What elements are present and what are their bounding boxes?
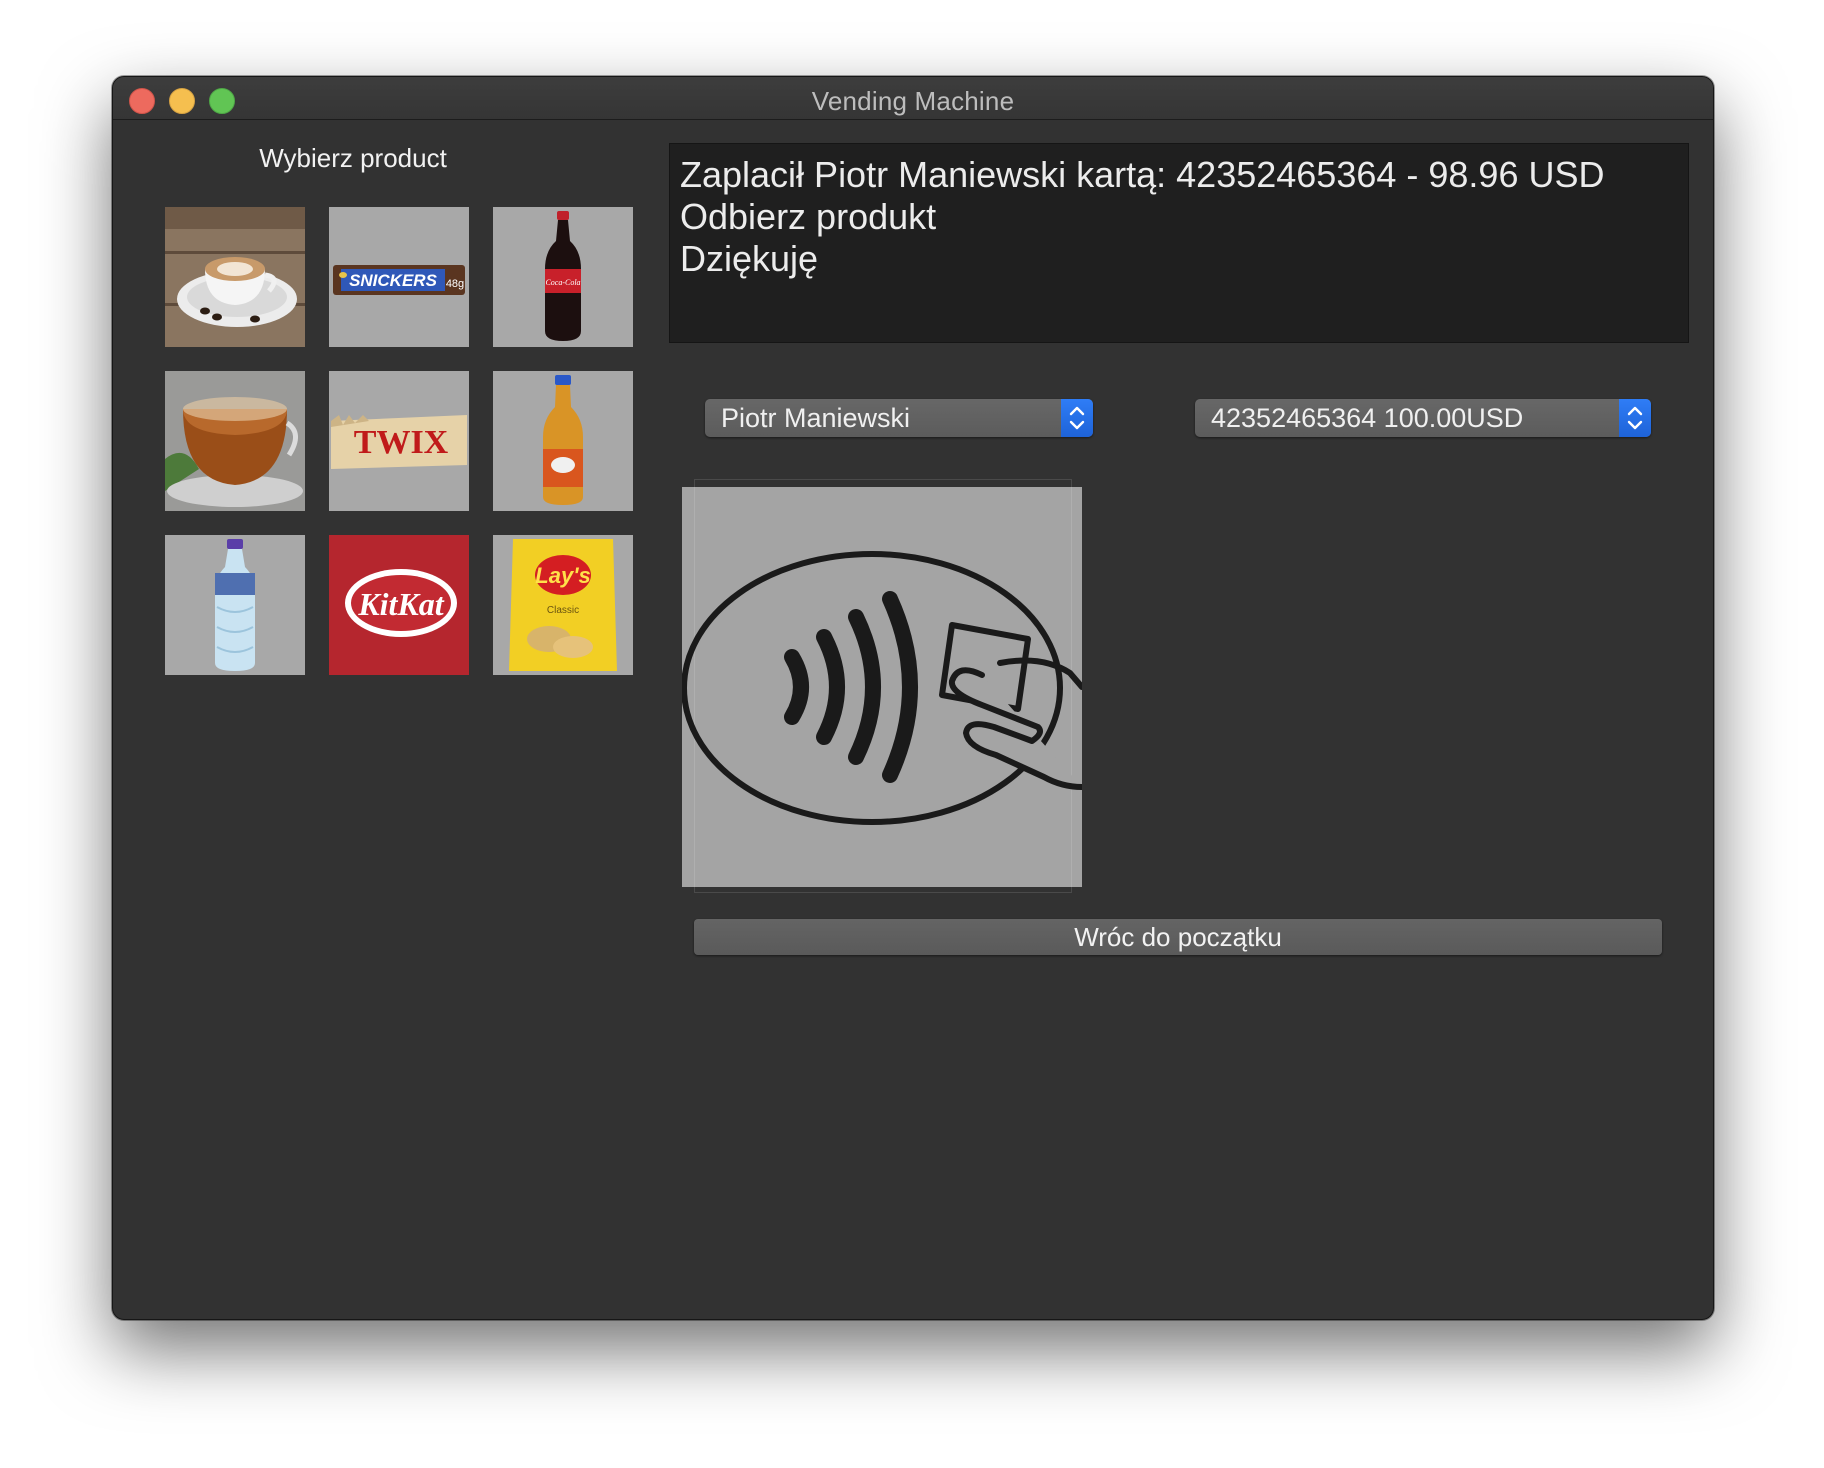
juice-bottle-image — [493, 371, 633, 511]
snickers-bar-image: SNICKERS 48g — [329, 207, 469, 347]
chevron-up-down-icon — [1627, 406, 1643, 430]
water-bottle-image — [165, 535, 305, 675]
kitkat-logo-text: KitKat — [357, 586, 444, 622]
lays-flavor-text: Classic — [547, 605, 579, 616]
snickers-weight-text: 48g — [446, 278, 464, 290]
product-kitkat-button[interactable]: KitKat — [329, 535, 469, 675]
chevron-up-down-icon — [1069, 406, 1085, 430]
pickup-instruction-text: Odbierz produkt — [680, 196, 937, 237]
customer-select-stepper[interactable] — [1061, 399, 1093, 437]
payment-confirmation-text: Zaplacił Piotr Maniewski kartą: 42352465… — [680, 154, 1605, 195]
product-snickers-button[interactable]: SNICKERS 48g — [329, 207, 469, 347]
title-bar: Vending Machine — [113, 77, 1713, 120]
app-window: Vending Machine Wybierz product SNICKERS… — [112, 76, 1714, 1320]
card-select-stepper[interactable] — [1619, 399, 1651, 437]
customer-select[interactable]: Piotr Maniewski — [705, 399, 1093, 437]
product-lays-button[interactable]: Lay's Classic — [493, 535, 633, 675]
twix-logo-text: TWIX — [354, 424, 449, 461]
snickers-logo-text: SNICKERS — [349, 271, 438, 290]
product-juice-button[interactable] — [493, 371, 633, 511]
lays-logo-text: Lay's — [535, 563, 590, 588]
customer-select-value: Piotr Maniewski — [721, 403, 911, 433]
coca-cola-label-text: Coca-Cola — [545, 278, 580, 287]
product-water-button[interactable] — [165, 535, 305, 675]
product-coffee-button[interactable] — [165, 207, 305, 347]
tea-cup-image — [165, 371, 305, 511]
product-panel-heading: Wybierz product — [259, 143, 447, 173]
product-tea-button[interactable] — [165, 371, 305, 511]
thank-you-text: Dziękuję — [680, 238, 819, 279]
coffee-cup-image — [165, 207, 305, 347]
contactless-payment-button[interactable] — [682, 479, 1082, 893]
twix-bar-image: TWIX — [329, 371, 469, 511]
kitkat-bar-image: KitKat — [329, 535, 469, 675]
coca-cola-bottle-image: Coca-Cola — [493, 207, 633, 347]
product-coca-cola-button[interactable]: Coca-Cola — [493, 207, 633, 347]
contactless-payment-icon — [682, 551, 1082, 825]
window-title: Vending Machine — [811, 86, 1015, 116]
card-select[interactable]: 42352465364 100.00USD — [1195, 399, 1651, 437]
product-twix-button[interactable]: TWIX — [329, 371, 469, 511]
back-to-start-button[interactable]: Wróc do początku — [694, 919, 1662, 955]
card-select-value: 42352465364 100.00USD — [1211, 403, 1524, 433]
lays-chips-image: Lay's Classic — [493, 535, 633, 675]
status-message-box: Zaplacił Piotr Maniewski kartą: 42352465… — [669, 143, 1689, 343]
